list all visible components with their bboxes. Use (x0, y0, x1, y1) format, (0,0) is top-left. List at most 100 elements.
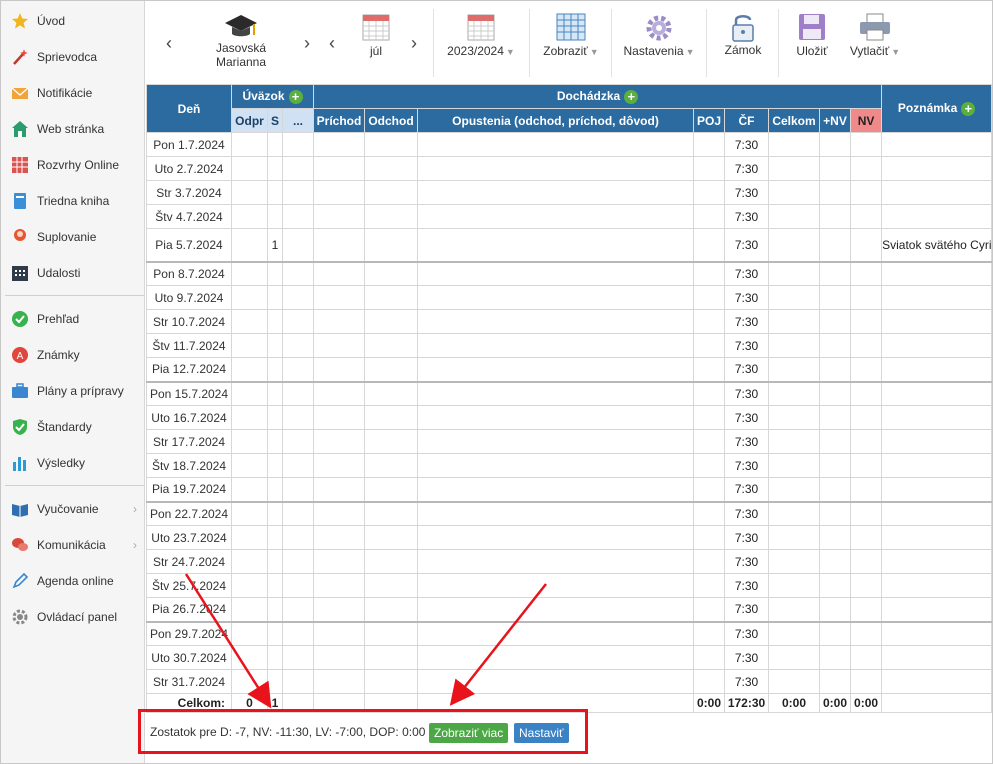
more-cell[interactable] (282, 405, 314, 430)
nv-cell[interactable] (849, 380, 883, 406)
arrival-cell[interactable] (313, 453, 365, 478)
note-cell[interactable] (881, 180, 993, 205)
s-cell[interactable] (267, 525, 283, 550)
note-cell[interactable] (881, 429, 993, 454)
more-cell[interactable] (282, 525, 314, 550)
departure-cell[interactable] (364, 597, 418, 622)
departure-cell[interactable] (364, 620, 418, 646)
nv-cell[interactable] (849, 525, 883, 550)
sidebar-item-suplovanie[interactable]: Suplovanie (1, 219, 145, 255)
note-cell[interactable] (881, 132, 993, 157)
arrival-cell[interactable] (313, 380, 365, 406)
absences-cell[interactable] (417, 333, 694, 358)
absences-cell[interactable] (417, 597, 694, 622)
nv-cell[interactable] (849, 357, 883, 382)
total-cell[interactable] (768, 156, 820, 181)
month-selector[interactable]: júl (354, 13, 398, 58)
cf-cell[interactable]: 7:30 (724, 156, 769, 181)
cf-cell[interactable]: 7:30 (724, 549, 769, 574)
poj-cell[interactable] (693, 333, 725, 358)
absences-cell[interactable] (417, 228, 694, 262)
nv-cell[interactable] (849, 573, 883, 598)
total-cell[interactable] (768, 180, 820, 205)
odpr-cell[interactable] (231, 500, 268, 526)
nv-cell[interactable] (849, 156, 883, 181)
more-cell[interactable] (282, 285, 314, 310)
sidebar-item-notifikacie[interactable]: Notifikácie (1, 75, 145, 111)
odpr-cell[interactable] (231, 180, 268, 205)
cf-cell[interactable]: 7:30 (724, 380, 769, 406)
more-cell[interactable] (282, 573, 314, 598)
cf-cell[interactable]: 7:30 (724, 333, 769, 358)
departure-cell[interactable] (364, 669, 418, 694)
arrival-cell[interactable] (313, 156, 365, 181)
total-cell[interactable] (768, 429, 820, 454)
note-cell[interactable] (881, 260, 993, 286)
sidebar-item-plany[interactable]: Plány a prípravy (1, 373, 145, 409)
more-cell[interactable] (282, 228, 314, 262)
note-cell[interactable] (881, 333, 993, 358)
plus-nv-cell[interactable] (819, 500, 851, 526)
odpr-cell[interactable] (231, 333, 268, 358)
note-cell[interactable] (881, 549, 993, 574)
plus-nv-cell[interactable] (819, 620, 851, 646)
note-cell[interactable] (881, 309, 993, 334)
note-cell[interactable] (881, 620, 993, 646)
absences-cell[interactable] (417, 260, 694, 286)
s-cell[interactable] (267, 500, 283, 526)
cf-cell[interactable]: 7:30 (724, 429, 769, 454)
more-cell[interactable] (282, 204, 314, 229)
more-cell[interactable] (282, 549, 314, 574)
absences-cell[interactable] (417, 204, 694, 229)
s-cell[interactable] (267, 380, 283, 406)
sidebar-item-ovladaci-panel[interactable]: Ovládací panel (1, 599, 145, 635)
poj-cell[interactable] (693, 132, 725, 157)
sidebar-item-komunikacia[interactable]: Komunikácia › (1, 527, 145, 563)
departure-cell[interactable] (364, 204, 418, 229)
sidebar-item-rozvrhy[interactable]: Rozvrhy Online (1, 147, 145, 183)
odpr-cell[interactable] (231, 549, 268, 574)
nv-cell[interactable] (849, 597, 883, 622)
arrival-cell[interactable] (313, 573, 365, 598)
poj-cell[interactable] (693, 500, 725, 526)
odpr-cell[interactable] (231, 228, 268, 262)
departure-cell[interactable] (364, 500, 418, 526)
poj-cell[interactable] (693, 204, 725, 229)
more-cell[interactable] (282, 260, 314, 286)
s-cell[interactable]: 1 (267, 228, 283, 262)
more-cell[interactable] (282, 380, 314, 406)
arrival-cell[interactable] (313, 549, 365, 574)
total-cell[interactable] (768, 380, 820, 406)
note-cell[interactable] (881, 204, 993, 229)
s-cell[interactable] (267, 204, 283, 229)
nv-cell[interactable] (849, 477, 883, 502)
plus-nv-cell[interactable] (819, 429, 851, 454)
arrival-cell[interactable] (313, 645, 365, 670)
s-cell[interactable] (267, 285, 283, 310)
nv-cell[interactable] (849, 309, 883, 334)
absences-cell[interactable] (417, 429, 694, 454)
note-cell[interactable] (881, 380, 993, 406)
total-cell[interactable] (768, 477, 820, 502)
departure-cell[interactable] (364, 477, 418, 502)
arrival-cell[interactable] (313, 429, 365, 454)
plus-nv-cell[interactable] (819, 525, 851, 550)
odpr-cell[interactable] (231, 573, 268, 598)
nv-cell[interactable] (849, 645, 883, 670)
plus-nv-cell[interactable] (819, 132, 851, 157)
note-cell[interactable] (881, 573, 993, 598)
cf-cell[interactable]: 7:30 (724, 309, 769, 334)
poj-cell[interactable] (693, 645, 725, 670)
absences-cell[interactable] (417, 645, 694, 670)
arrival-cell[interactable] (313, 620, 365, 646)
plus-nv-cell[interactable] (819, 309, 851, 334)
absences-cell[interactable] (417, 620, 694, 646)
plus-nv-cell[interactable] (819, 357, 851, 382)
note-cell[interactable]: Sviatok svätého Cyrila a Metoda (881, 228, 993, 262)
poj-cell[interactable] (693, 549, 725, 574)
s-cell[interactable] (267, 180, 283, 205)
departure-cell[interactable] (364, 453, 418, 478)
nv-cell[interactable] (849, 228, 883, 262)
s-cell[interactable] (267, 357, 283, 382)
arrival-cell[interactable] (313, 669, 365, 694)
